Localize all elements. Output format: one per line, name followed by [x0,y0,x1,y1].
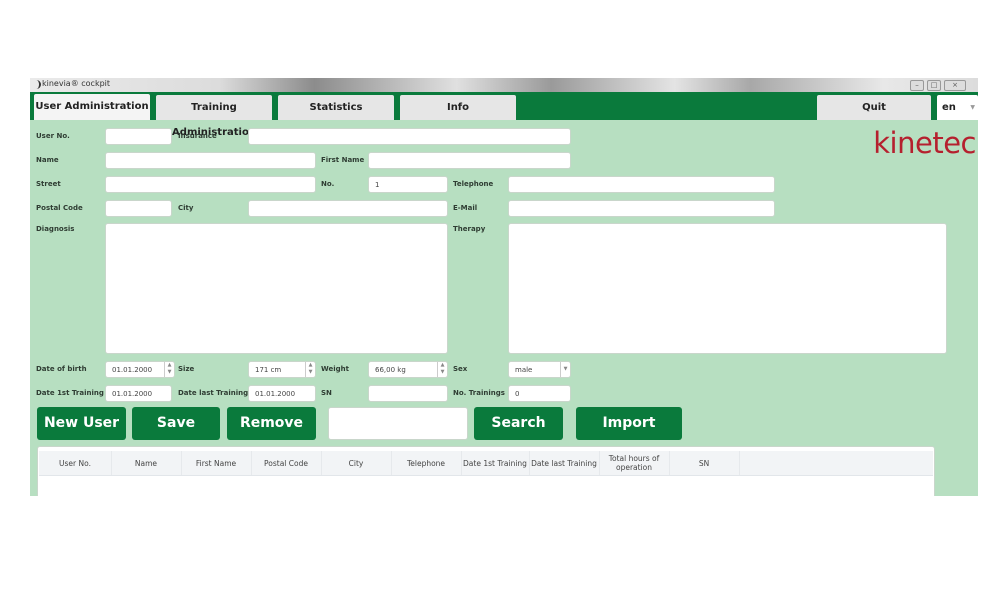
diagnosis-textarea[interactable] [105,223,448,354]
spinner-icon[interactable]: ▲ ▼ [305,362,315,377]
user-no-label: User No. [36,132,70,140]
tab-statistics[interactable]: Statistics [278,95,394,120]
size-value: 171 cm [255,366,282,374]
column-header-user-no[interactable]: User No. [39,451,112,475]
no-trainings-input[interactable]: 0 [508,385,571,402]
size-label: Size [178,365,195,373]
insurance-input[interactable] [248,128,571,145]
sex-label: Sex [453,365,468,373]
window-title: kinevia® cockpit [42,79,111,88]
sex-value: male [515,366,533,374]
name-label: Name [36,156,59,164]
sex-select[interactable]: male ▼ [508,361,571,378]
column-header-sn[interactable]: SN [669,451,740,475]
spinner-icon[interactable]: ▲ ▼ [437,362,447,377]
tab-training-administration[interactable]: Training Administration [156,95,272,138]
city-label: City [178,204,194,212]
maximize-button[interactable]: □ [927,80,941,91]
column-header-postal-code[interactable]: Postal Code [251,451,322,475]
import-training-button[interactable]: Import Training [576,407,682,464]
weight-label: Weight [321,365,349,373]
email-label: E-Mail [453,204,478,212]
house-no-label: No. [321,180,335,188]
size-input[interactable]: 171 cm ▲ ▼ [248,361,316,378]
city-input[interactable] [248,200,448,217]
remove-button[interactable]: Remove [227,407,316,440]
chevron-down-icon: ▼ [560,362,570,377]
column-header-city[interactable]: City [321,451,392,475]
app-icon [33,80,41,89]
date-of-birth-value: 01.01.2000 [112,366,153,374]
column-header-date-last-training[interactable]: Date last Training [529,451,600,475]
therapy-textarea[interactable] [508,223,947,354]
date-first-training-input[interactable]: 01.01.2000 [105,385,172,402]
sn-label: SN [321,389,332,397]
first-name-label: First Name [321,156,365,164]
date-of-birth-label: Date of birth [36,365,87,373]
telephone-input[interactable] [508,176,775,193]
date-last-training-label: Date last Training [178,389,249,397]
postal-code-label: Postal Code [36,204,83,212]
minimize-button[interactable]: – [910,80,924,91]
title-bar: kinevia® cockpit – □ × [30,78,978,92]
tab-info[interactable]: Info [400,95,516,120]
date-of-birth-input[interactable]: 01.01.2000 ▲ ▼ [105,361,175,378]
user-table: User No. Name First Name Postal Code Cit… [37,446,935,496]
sn-input[interactable] [368,385,448,402]
email-input[interactable] [508,200,775,217]
weight-input[interactable]: 66,00 kg ▲ ▼ [368,361,448,378]
column-header-telephone[interactable]: Telephone [391,451,462,475]
insurance-label: Insurance [178,132,217,140]
house-no-input[interactable]: 1 [368,176,448,193]
kinetec-logo: kinetec [873,126,976,160]
table-header: User No. Name First Name Postal Code Cit… [39,451,933,476]
user-no-input[interactable] [105,128,172,145]
search-input[interactable] [328,407,468,440]
therapy-label: Therapy [453,225,486,233]
weight-value: 66,00 kg [375,366,406,374]
date-last-training-input[interactable]: 01.01.2000 [248,385,316,402]
search-button[interactable]: Search [474,407,563,440]
column-header-name[interactable]: Name [111,451,182,475]
column-header-date-first-training[interactable]: Date 1st Training [461,451,530,475]
spinner-icon[interactable]: ▲ ▼ [164,362,174,377]
close-button[interactable]: × [944,80,966,91]
new-user-button[interactable]: New User [37,407,126,440]
language-value: en [942,102,956,113]
quit-button[interactable]: Quit [817,95,931,120]
name-input[interactable] [105,152,316,169]
app-window: kinevia® cockpit – □ × User Administrati… [30,78,978,496]
first-name-input[interactable] [368,152,571,169]
no-trainings-label: No. Trainings [453,389,505,397]
tab-user-administration[interactable]: User Administration [34,94,150,120]
street-input[interactable] [105,176,316,193]
street-label: Street [36,180,61,188]
language-select[interactable]: en ▼ [937,95,978,120]
column-header-first-name[interactable]: First Name [181,451,252,475]
column-header-total-hours[interactable]: Total hours of operation [599,451,670,475]
tab-bar: User Administration Training Administrat… [30,92,978,138]
telephone-label: Telephone [453,180,494,188]
postal-code-input[interactable] [105,200,172,217]
diagnosis-label: Diagnosis [36,225,75,233]
chevron-down-icon: ▼ [970,104,975,111]
date-first-training-label: Date 1st Training [36,389,104,397]
save-button[interactable]: Save [132,407,220,440]
